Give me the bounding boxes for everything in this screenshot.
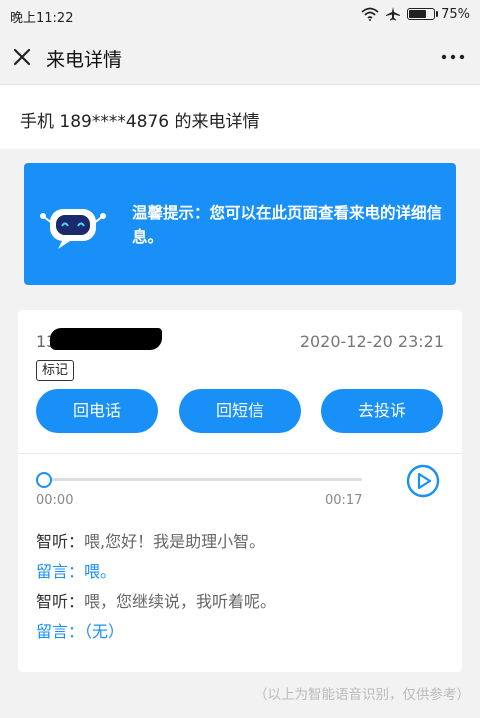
transcript-line: 留言：（无） [36, 617, 276, 647]
speaker-label: 留言： [36, 622, 85, 641]
close-icon[interactable] [13, 48, 31, 66]
transcript: 智听：喂,您好！我是助理小智。 留言：喂。 智听：喂，您继续说，我听着呢。 留言… [36, 527, 276, 647]
battery-icon [407, 8, 439, 20]
call-subtitle-bar: 手机 189****4876 的来电详情 [0, 84, 480, 149]
transcript-line: 留言：喂。 [36, 557, 276, 587]
page-title: 来电详情 [46, 49, 123, 71]
airplane-icon [386, 7, 401, 21]
redaction-mark [50, 328, 162, 350]
battery-percent: 75% [441, 6, 470, 22]
more-icon[interactable] [440, 46, 466, 68]
robot-icon [40, 209, 106, 249]
audio-current-time: 00:00 [36, 493, 74, 508]
audio-progress-knob[interactable] [36, 472, 52, 488]
call-subtitle: 手机 189****4876 的来电详情 [20, 112, 260, 132]
audio-progress-track[interactable] [42, 478, 362, 481]
transcript-text: （无） [84, 622, 125, 641]
complain-button[interactable]: 去投诉 [321, 389, 443, 433]
call-back-button[interactable]: 回电话 [36, 389, 158, 433]
app-header: 来电详情 [0, 30, 480, 84]
transcript-text: 喂,您好！我是助理小智。 [84, 532, 266, 551]
play-icon[interactable] [406, 464, 440, 498]
call-datetime: 2020-12-20 23:21 [299, 332, 444, 351]
mark-tag[interactable]: 标记 [36, 360, 75, 381]
transcript-text: 喂。 [84, 562, 117, 581]
speaker-label: 留言： [36, 562, 85, 581]
recognition-disclaimer: （以上为智能语音识别，仅供参考） [254, 687, 470, 703]
call-detail-card: 13 2020-12-20 23:21 标记 回电话 回短信 去投诉 00:00… [18, 310, 462, 672]
tip-banner: 温馨提示：您可以在此页面查看来电的详细信息。 [24, 163, 456, 285]
wifi-icon [361, 7, 379, 21]
transcript-line: 智听：喂，您继续说，我听着呢。 [36, 587, 276, 617]
sms-back-button[interactable]: 回短信 [179, 389, 301, 433]
tip-text: 温馨提示：您可以在此页面查看来电的详细信息。 [132, 204, 443, 246]
speaker-label: 智听： [36, 532, 85, 551]
transcript-text: 喂，您继续说，我听着呢。 [84, 592, 277, 611]
speaker-label: 智听： [36, 592, 85, 611]
audio-duration: 00:17 [325, 493, 363, 508]
status-time: 晚上11:22 [10, 11, 74, 26]
divider [18, 453, 462, 454]
status-icons: 75% [361, 6, 470, 22]
status-bar: 晚上11:22 75% [0, 0, 480, 30]
transcript-line: 智听：喂,您好！我是助理小智。 [36, 527, 276, 557]
